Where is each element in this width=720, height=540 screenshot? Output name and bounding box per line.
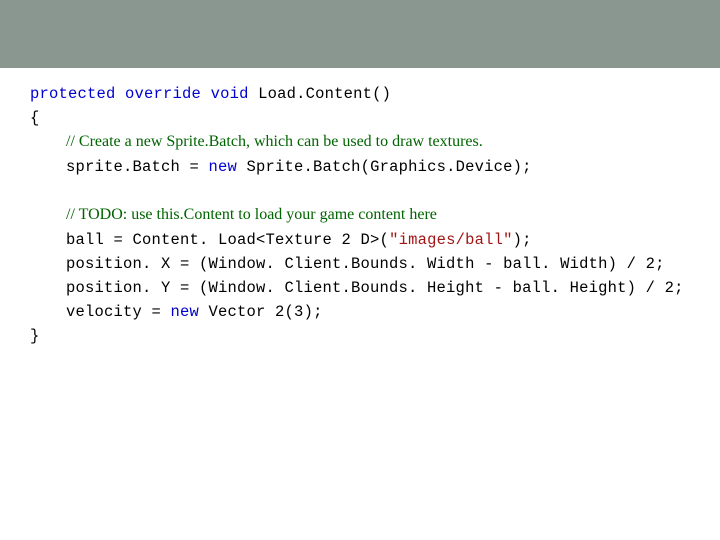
blank-line	[30, 179, 690, 203]
code-line: position. X = (Window. Client.Bounds. Wi…	[30, 252, 690, 276]
code-line: protected override void Load.Content()	[30, 82, 690, 106]
keyword: void	[211, 85, 249, 103]
code-text: Load.Content()	[249, 85, 392, 103]
keyword: protected	[30, 85, 116, 103]
code-line: position. Y = (Window. Client.Bounds. He…	[30, 276, 690, 300]
comment-line: // TODO: use this.Content to load your g…	[30, 203, 690, 228]
code-line: ball = Content. Load<Texture 2 D>("image…	[30, 228, 690, 252]
comment-line: // Create a new Sprite.Batch, which can …	[30, 130, 690, 155]
code-line: {	[30, 106, 690, 130]
keyword: new	[209, 158, 238, 176]
code-line: sprite.Batch = new Sprite.Batch(Graphics…	[30, 155, 690, 179]
keyword: override	[125, 85, 201, 103]
keyword: new	[171, 303, 200, 321]
code-block: protected override void Load.Content() {…	[30, 82, 690, 348]
code-line: velocity = new Vector 2(3);	[30, 300, 690, 324]
code-line: }	[30, 324, 690, 348]
string-literal: "images/ball"	[389, 231, 513, 249]
header-bar	[0, 0, 720, 68]
